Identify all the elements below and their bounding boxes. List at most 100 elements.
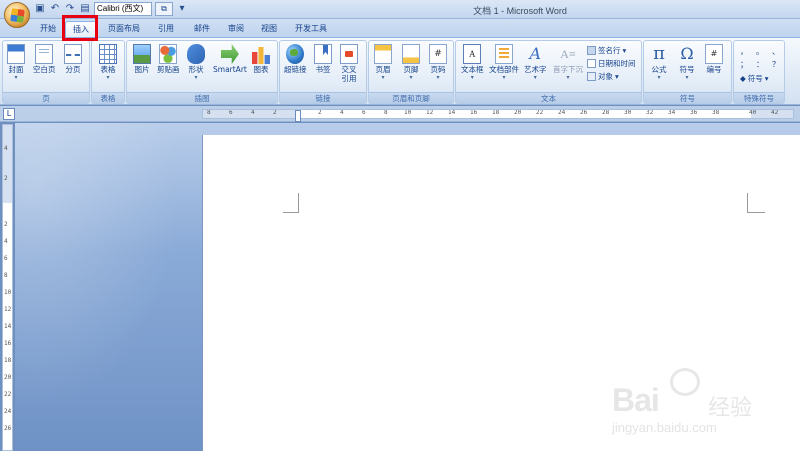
vruler-label: 2 bbox=[4, 221, 8, 228]
vruler-label: 6 bbox=[4, 255, 8, 262]
horizontal-ruler[interactable]: 8 6 4 2 2 4 6 8 10 12 14 16 18 20 22 24 … bbox=[202, 109, 794, 119]
cross-reference-label-1: 交叉 bbox=[341, 65, 357, 74]
office-button[interactable] bbox=[4, 2, 30, 28]
smartart-label: SmartArt bbox=[213, 65, 247, 74]
page-break-label: 分页 bbox=[65, 65, 81, 74]
vruler-label: 10 bbox=[4, 289, 12, 296]
textbox-button[interactable]: A 文本框 ▾ bbox=[461, 44, 484, 81]
cover-page-label: 封面 bbox=[8, 65, 24, 74]
ruler-label: 4 bbox=[340, 109, 344, 116]
signature-label: 签名行 bbox=[598, 46, 621, 55]
period-glyph[interactable]: 。 bbox=[756, 46, 764, 57]
equation-button[interactable]: π 公式 ▾ bbox=[650, 44, 668, 82]
ruler-bar: L 8 6 4 2 2 4 6 8 10 12 14 16 18 20 22 2… bbox=[0, 106, 800, 122]
wordart-button[interactable]: A 艺术字 ▾ bbox=[524, 44, 547, 81]
dropcap-button[interactable]: A≡ 首字下沉 ▾ bbox=[553, 44, 583, 81]
window-title: 文档 1 - Microsoft Word bbox=[473, 6, 567, 16]
table-icon bbox=[99, 44, 117, 64]
wordart-label: 艺术字 bbox=[524, 65, 547, 74]
quick-parts-button[interactable]: 文档部件 ▾ bbox=[489, 44, 519, 81]
picture-icon bbox=[133, 44, 151, 64]
group-special-symbols: ， 。 、 ； ： ？ ◆ 符号 ▾ 特殊符号 bbox=[733, 40, 785, 104]
tab-home[interactable]: 开始 bbox=[33, 21, 63, 38]
tab-references[interactable]: 引用 bbox=[150, 21, 182, 38]
comma-glyph[interactable]: ， bbox=[740, 46, 748, 57]
clipart-button[interactable]: 剪贴画 bbox=[157, 44, 180, 74]
ruler-label: 16 bbox=[470, 109, 478, 116]
dropdown-arrow-icon: ▾ bbox=[615, 72, 619, 81]
footer-button[interactable]: 页脚 ▾ bbox=[402, 44, 420, 81]
ruler-label: 20 bbox=[514, 109, 522, 116]
signature-line-button[interactable]: 签名行 ▾ bbox=[587, 45, 626, 56]
numbering-button[interactable]: # 编号 bbox=[705, 44, 723, 74]
picture-label: 图片 bbox=[134, 65, 150, 74]
page-number-button[interactable]: # 页码 ▾ bbox=[429, 44, 447, 81]
hyperlink-button[interactable]: 超链接 bbox=[284, 44, 307, 74]
watermark-logo-text: Bai bbox=[612, 382, 660, 418]
ruler-label: 30 bbox=[624, 109, 632, 116]
page-number-icon: # bbox=[429, 44, 447, 64]
vruler-label: 22 bbox=[4, 391, 12, 398]
cross-reference-label-2: 引用 bbox=[341, 74, 357, 83]
tab-developer[interactable]: 开发工具 bbox=[290, 21, 332, 38]
ruler-label: 38 bbox=[712, 109, 720, 116]
tab-page-layout[interactable]: 页面布局 bbox=[103, 21, 145, 38]
colon-glyph[interactable]: ： bbox=[756, 59, 764, 70]
tab-mailings[interactable]: 邮件 bbox=[186, 21, 218, 38]
bookmark-button[interactable]: 书签 bbox=[314, 44, 332, 74]
ruler-label: 2 bbox=[273, 109, 277, 116]
cross-reference-button[interactable]: 交叉 引用 bbox=[340, 44, 358, 83]
ruler-label: 2 bbox=[318, 109, 322, 116]
shapes-label: 形状 bbox=[188, 65, 204, 74]
chart-button[interactable]: 图表 bbox=[252, 44, 270, 74]
dropdown-arrow-icon: ▾ bbox=[502, 74, 506, 81]
ruler-label: 4 bbox=[251, 109, 255, 116]
page-break-icon bbox=[64, 44, 82, 64]
ruler-label: 40 bbox=[749, 109, 757, 116]
ribbon: 封面 ▾ 空白页 分页 页 表格 ▾ 表格 图片 剪贴画 形状 ▾ SmartA… bbox=[0, 37, 800, 105]
enum-comma-glyph[interactable]: 、 bbox=[772, 46, 780, 57]
tab-review[interactable]: 审阅 bbox=[220, 21, 252, 38]
signature-icon bbox=[587, 46, 596, 55]
semicolon-glyph[interactable]: ； bbox=[740, 59, 748, 70]
dropcap-icon: A≡ bbox=[560, 47, 576, 61]
indent-marker[interactable] bbox=[295, 110, 301, 122]
dropdown-arrow-icon: ▾ bbox=[685, 74, 689, 81]
vruler-label: 26 bbox=[4, 425, 12, 432]
paw-logo-icon bbox=[670, 368, 700, 396]
vruler-label: 4 bbox=[4, 145, 8, 152]
ribbon-tabs: 开始 插入 页面布局 引用 邮件 审阅 视图 开发工具 bbox=[0, 19, 800, 38]
quick-parts-label: 文档部件 bbox=[489, 65, 519, 74]
tab-view[interactable]: 视图 bbox=[253, 21, 285, 38]
picture-button[interactable]: 图片 bbox=[133, 44, 151, 74]
textbox-icon: A bbox=[463, 44, 482, 64]
smartart-button[interactable]: SmartArt bbox=[213, 44, 247, 74]
bookmark-icon bbox=[314, 44, 332, 64]
header-button[interactable]: 页眉 ▾ bbox=[374, 44, 392, 81]
ruler-label: 14 bbox=[448, 109, 456, 116]
group-text: A 文本框 ▾ 文档部件 ▾ A 艺术字 ▾ A≡ 首字下沉 ▾ 签名行 ▾ 日… bbox=[455, 40, 642, 104]
table-button[interactable]: 表格 ▾ bbox=[99, 44, 117, 81]
shapes-button[interactable]: 形状 ▾ bbox=[187, 44, 205, 81]
page-break-button[interactable]: 分页 bbox=[64, 44, 82, 74]
object-button[interactable]: 对象 ▾ bbox=[587, 71, 619, 82]
dropdown-arrow-icon: ▾ bbox=[566, 74, 570, 81]
smartart-icon bbox=[220, 44, 239, 64]
numbering-label: 编号 bbox=[706, 65, 722, 74]
ruler-label: 26 bbox=[580, 109, 588, 116]
question-glyph[interactable]: ？ bbox=[772, 59, 780, 70]
group-pages: 封面 ▾ 空白页 分页 页 bbox=[2, 40, 90, 104]
blank-page-button[interactable]: 空白页 bbox=[33, 44, 56, 74]
clipart-icon bbox=[159, 44, 178, 64]
header-icon bbox=[374, 44, 392, 64]
vertical-ruler[interactable]: 4 2 2 4 6 8 10 12 14 16 18 20 22 24 26 bbox=[2, 124, 13, 451]
tab-selector-button[interactable]: L bbox=[3, 108, 15, 120]
datetime-button[interactable]: 日期和时间 bbox=[587, 58, 636, 69]
ruler-label: 12 bbox=[426, 109, 434, 116]
cover-page-button[interactable]: 封面 ▾ bbox=[7, 44, 25, 81]
vruler-label: 4 bbox=[4, 238, 8, 245]
symbol-button[interactable]: Ω 符号 ▾ bbox=[678, 44, 696, 81]
group-symbols: π 公式 ▾ Ω 符号 ▾ # 编号 符号 bbox=[643, 40, 732, 104]
special-symbol-button[interactable]: ◆ 符号 ▾ bbox=[740, 73, 769, 84]
wordart-icon: A bbox=[529, 44, 542, 63]
